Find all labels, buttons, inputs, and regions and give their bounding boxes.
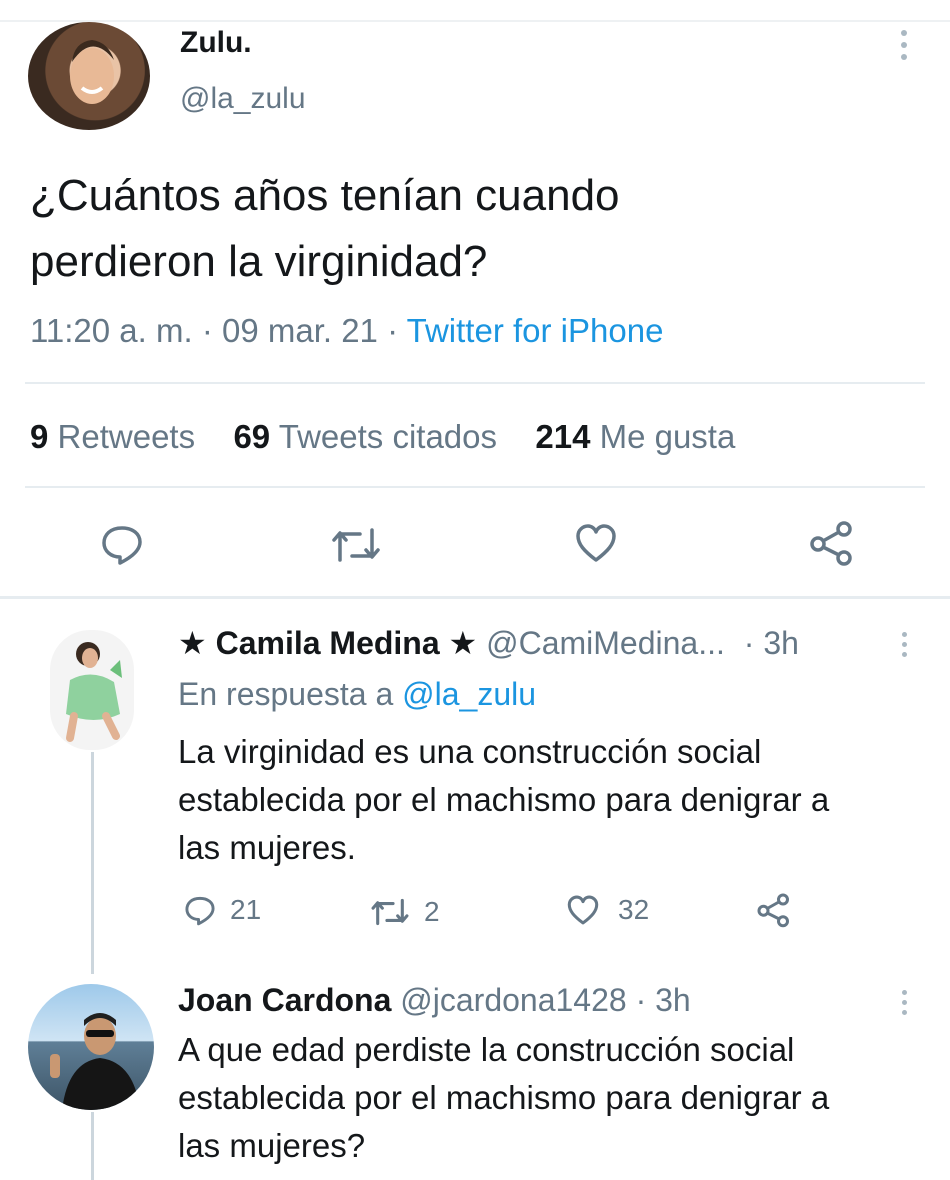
reply2-text-line2: establecida por el machismo para denigra…: [178, 1079, 830, 1116]
retweets-stat[interactable]: 9 Retweets: [30, 418, 195, 455]
retweets-count: 9: [30, 418, 49, 455]
thread-line-2: [91, 1112, 94, 1180]
main-tweet-source[interactable]: Twitter for iPhone: [407, 312, 664, 349]
like-icon[interactable]: [574, 522, 618, 564]
reply1-retweet-icon: [371, 898, 409, 926]
avatar-zulu[interactable]: [28, 22, 150, 130]
top-divider: [0, 20, 950, 22]
main-more-icon[interactable]: [900, 30, 908, 60]
share-icon[interactable]: [808, 520, 856, 566]
retweets-label: Retweets: [57, 418, 196, 455]
likes-label: Me gusta: [599, 418, 736, 455]
reply1-like-action[interactable]: 32: [566, 894, 649, 926]
main-author-handle[interactable]: @la_zulu: [180, 82, 306, 116]
divider-2: [25, 486, 925, 488]
main-tweet-time: 11:20 a. m. · 09 mar. 21 ·: [30, 312, 399, 349]
main-tweet-text-line1: ¿Cuántos años tenían cuando: [30, 171, 620, 220]
quotes-label: Tweets citados: [278, 418, 498, 455]
reply1-retweet-action[interactable]: 2: [370, 896, 440, 928]
quotes-count: 69: [233, 418, 271, 455]
reply1-text-line3: las mujeres.: [178, 829, 356, 866]
avatar-camila[interactable]: [50, 630, 134, 750]
reply1-header: ★ Camila Medina ★ @CamiMedina... · 3h: [178, 624, 799, 662]
reply-icon[interactable]: [100, 522, 144, 566]
reply2-author-handle[interactable]: @jcardona1428: [400, 982, 626, 1018]
reply1-text-line1: La virginidad es una construcción social: [178, 733, 762, 770]
reply2-more-icon[interactable]: [900, 990, 908, 1015]
reply2-text-line1: A que edad perdiste la construcción soci…: [178, 1031, 795, 1068]
reply2-text-line3: las mujeres?: [178, 1127, 366, 1164]
retweet-icon[interactable]: [330, 526, 382, 564]
reply1-reply-count: 21: [230, 894, 262, 925]
reply1-like-count: 32: [618, 894, 650, 925]
avatar-joan[interactable]: [28, 984, 154, 1110]
reply1-time[interactable]: · 3h: [744, 625, 799, 661]
reply1-reply-icon: [185, 896, 215, 926]
reply1-more-icon[interactable]: [900, 632, 908, 657]
reply1-reply-to-handle[interactable]: @la_zulu: [402, 676, 536, 712]
main-tweet-stats: 9 Retweets 69 Tweets citados 214 Me gust…: [30, 418, 735, 456]
quotes-stat[interactable]: 69 Tweets citados: [233, 418, 497, 455]
reply1-like-icon: [567, 895, 599, 925]
thread-line-1: [91, 752, 94, 974]
main-tweet-meta: 11:20 a. m. · 09 mar. 21 · Twitter for i…: [30, 312, 663, 350]
likes-count: 214: [535, 418, 591, 455]
reply1-retweet-count: 2: [424, 896, 440, 927]
reply2-author-name[interactable]: Joan Cardona: [178, 982, 391, 1018]
likes-stat[interactable]: 214 Me gusta: [535, 418, 735, 455]
reply1-reply-action[interactable]: 21: [184, 894, 261, 926]
reply2-time[interactable]: · 3h: [636, 982, 691, 1018]
reply1-share-icon[interactable]: [756, 892, 792, 928]
divider-1: [25, 382, 925, 384]
reply2-header: Joan Cardona @jcardona1428 · 3h: [178, 982, 691, 1019]
reply1-reply-prefix: En respuesta a: [178, 676, 394, 712]
main-author-name[interactable]: Zulu.: [180, 26, 252, 60]
reply1-author-handle[interactable]: @CamiMedina...: [486, 625, 725, 661]
reply1-in-reply-to: En respuesta a @la_zulu: [178, 676, 536, 713]
section-divider: [0, 596, 950, 599]
reply1-author-name[interactable]: ★ Camila Medina ★: [178, 625, 477, 661]
main-tweet-text-line2: perdieron la virginidad?: [30, 237, 488, 286]
reply1-text-line2: establecida por el machismo para denigra…: [178, 781, 830, 818]
